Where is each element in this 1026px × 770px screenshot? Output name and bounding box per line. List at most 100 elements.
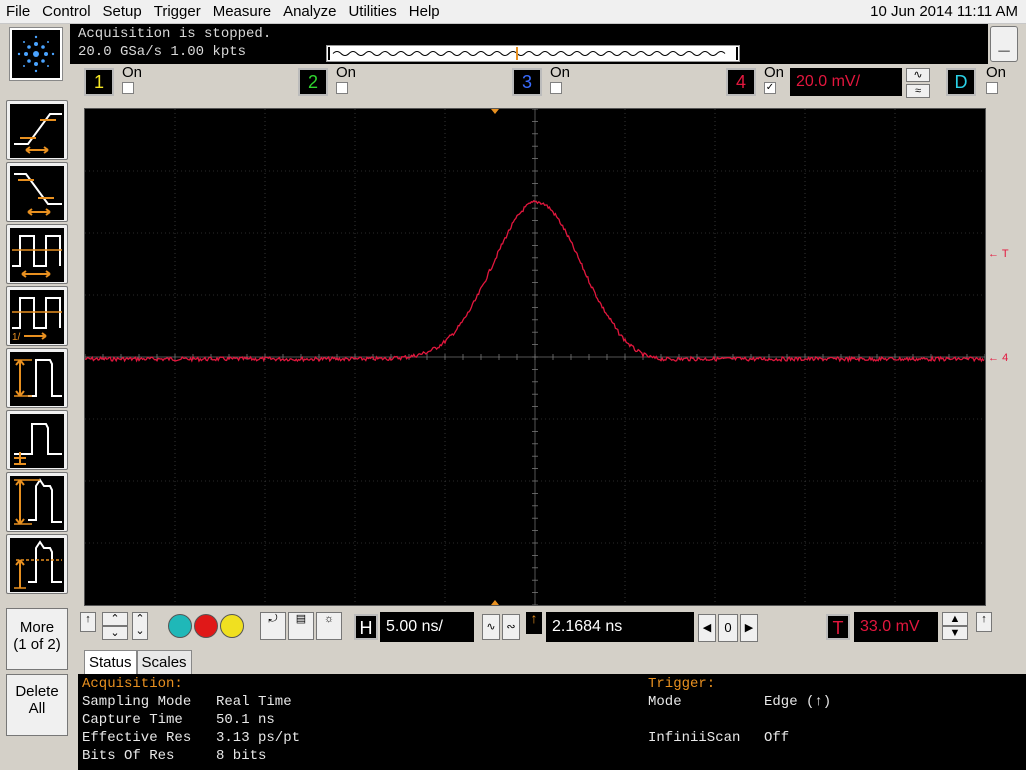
waveform-display[interactable] — [84, 108, 986, 606]
menu-trigger[interactable]: Trigger — [148, 0, 207, 24]
menu-setup[interactable]: Setup — [97, 0, 148, 24]
cyan-color-button[interactable] — [168, 614, 192, 638]
red-color-button[interactable] — [194, 614, 218, 638]
duty-cycle-icon: 1/ — [10, 290, 64, 344]
channel-4-on-label: On — [764, 64, 785, 81]
menu-analyze[interactable]: Analyze — [277, 0, 342, 24]
menu-help[interactable]: Help — [403, 0, 446, 24]
sample-rate: 20.0 GSa/s 1.00 kpts — [78, 44, 247, 60]
fall-time-button[interactable] — [6, 162, 68, 222]
trigger-button-label: T — [832, 618, 844, 638]
capture-time-key: Capture Time — [82, 712, 183, 728]
digital-channel-button[interactable]: D — [946, 68, 976, 96]
digital-checkbox[interactable] — [986, 82, 998, 94]
trigger-up-button[interactable]: ▲ — [942, 612, 968, 626]
timebase-field[interactable]: 5.00 ns/ — [380, 612, 474, 642]
trigger-time-marker-top[interactable] — [491, 109, 499, 114]
delay-field[interactable]: 2.1684 ns — [546, 612, 694, 642]
autoscale-icon[interactable]: ⤾ — [260, 612, 286, 640]
memory-navigator[interactable] — [326, 45, 740, 62]
zoom-up-button[interactable]: ⌃ — [102, 612, 128, 626]
base-button[interactable] — [6, 410, 68, 470]
channel-4-checkbox[interactable]: ✓ — [764, 82, 776, 94]
bits-of-res-key: Bits Of Res — [82, 748, 175, 764]
channel-2-button[interactable]: 2 — [298, 68, 328, 96]
yellow-color-button[interactable] — [220, 614, 244, 638]
coarse-adjust-icon[interactable]: ∾ — [502, 614, 520, 640]
peak-to-peak-button[interactable] — [6, 472, 68, 532]
right-markers: ← T ← 4 — [986, 108, 1026, 606]
trigger-mode-key: Mode — [648, 694, 682, 710]
acquisition-status: Acquisition is stopped. — [78, 26, 272, 42]
amplitude-button[interactable] — [6, 348, 68, 408]
menu-bar: File Control Setup Trigger Measure Analy… — [0, 0, 1026, 24]
horizontal-label: H — [359, 618, 373, 638]
channel-2-on-label: On — [336, 64, 357, 81]
scroll-arrow-icon[interactable]: ↑ — [80, 612, 96, 632]
channel-2-checkbox[interactable] — [336, 82, 348, 94]
channel-4-scale[interactable]: 20.0 mV/ — [790, 68, 902, 96]
horizontal-button[interactable]: H — [354, 614, 378, 640]
channel-1-label: 1 — [93, 72, 104, 92]
channel-2-label: 2 — [307, 72, 318, 92]
coupling-dc-button[interactable]: ≈ — [906, 84, 930, 98]
vertical-stepper[interactable]: ⌃ ⌄ — [132, 612, 148, 640]
sampling-mode-value: Real Time — [216, 694, 292, 710]
more-page-label: (1 of 2) — [13, 636, 61, 653]
channel-4-ground-marker[interactable]: ← 4 — [988, 352, 1008, 364]
menu-control[interactable]: Control — [36, 0, 96, 24]
menu-file[interactable]: File — [0, 0, 36, 24]
print-icon[interactable]: ▤ — [288, 612, 314, 640]
capture-time-value: 50.1 ns — [216, 712, 275, 728]
channel-3-label: 3 — [521, 72, 532, 92]
coupling-ac-button[interactable]: ∿ — [906, 68, 930, 82]
minimize-button[interactable]: _ — [990, 26, 1018, 62]
menu-measure[interactable]: Measure — [207, 0, 277, 24]
delay-left-button[interactable]: ◀ — [698, 614, 716, 642]
delay-zero-label: 0 — [724, 620, 732, 635]
trigger-time-marker-bottom[interactable] — [491, 600, 499, 605]
channel-4-button[interactable]: 4 — [726, 68, 756, 96]
trigger-slope-icon[interactable]: ↑ — [976, 612, 992, 632]
digital-on-label: On — [986, 64, 1007, 81]
acquisition-strip: Acquisition is stopped. 20.0 GSa/s 1.00 … — [70, 24, 988, 64]
delay-right-button[interactable]: ▶ — [740, 614, 758, 642]
svg-text:1/: 1/ — [12, 332, 21, 343]
channel-1-on-label: On — [122, 64, 143, 81]
top-button[interactable] — [6, 534, 68, 594]
control-bar: ↑ ⌃ ⌄ ⌃ ⌄ ⤾ ▤ ☼ H 5.00 ns/ ∿ ∾ ↑ 2.1684 n… — [78, 610, 1026, 648]
infiniiscan-key: InfiniiScan — [648, 730, 741, 746]
more-measurements-button[interactable]: More (1 of 2) — [6, 608, 68, 670]
trigger-button[interactable]: T — [826, 614, 850, 640]
channel-3-on-label: On — [550, 64, 571, 81]
channel-3-button[interactable]: 3 — [512, 68, 542, 96]
trigger-mode-value: Edge (↑) — [764, 694, 832, 710]
tab-scales[interactable]: Scales — [136, 650, 192, 674]
period-button[interactable] — [6, 224, 68, 284]
delete-all-button[interactable]: Delete All — [6, 674, 68, 736]
bits-of-res-value: 8 bits — [216, 748, 267, 764]
peak-to-peak-icon — [10, 476, 64, 530]
zoom-down-button[interactable]: ⌄ — [102, 626, 128, 640]
spark-logo-icon — [17, 35, 55, 73]
channel-1-checkbox[interactable] — [122, 82, 134, 94]
channel-1-button[interactable]: 1 — [84, 68, 114, 96]
channel-3-checkbox[interactable] — [550, 82, 562, 94]
channel-row: 1 On 2 On 3 On 4 On ✓ 20.0 mV/ ∿ ≈ D On — [70, 64, 1020, 104]
trigger-down-button[interactable]: ▼ — [942, 626, 968, 640]
delete-label: Delete — [15, 683, 59, 700]
delay-zero-button[interactable]: 0 — [718, 614, 738, 642]
color-buttons — [166, 612, 246, 640]
tab-status[interactable]: Status — [84, 650, 137, 674]
base-icon — [10, 414, 64, 468]
fine-adjust-icon[interactable]: ∿ — [482, 614, 500, 640]
trigger-level-field[interactable]: 33.0 mV — [854, 612, 938, 642]
channel-4-label: 4 — [735, 72, 746, 92]
trigger-level-marker[interactable]: ← T — [988, 248, 1009, 260]
menu-utilities[interactable]: Utilities — [342, 0, 402, 24]
top-icon — [10, 538, 64, 592]
duty-cycle-button[interactable]: 1/ — [6, 286, 68, 346]
status-panel: Acquisition: Sampling Mode Real Time Cap… — [78, 674, 1026, 770]
brightness-icon[interactable]: ☼ — [316, 612, 342, 640]
rise-time-button[interactable] — [6, 100, 68, 160]
